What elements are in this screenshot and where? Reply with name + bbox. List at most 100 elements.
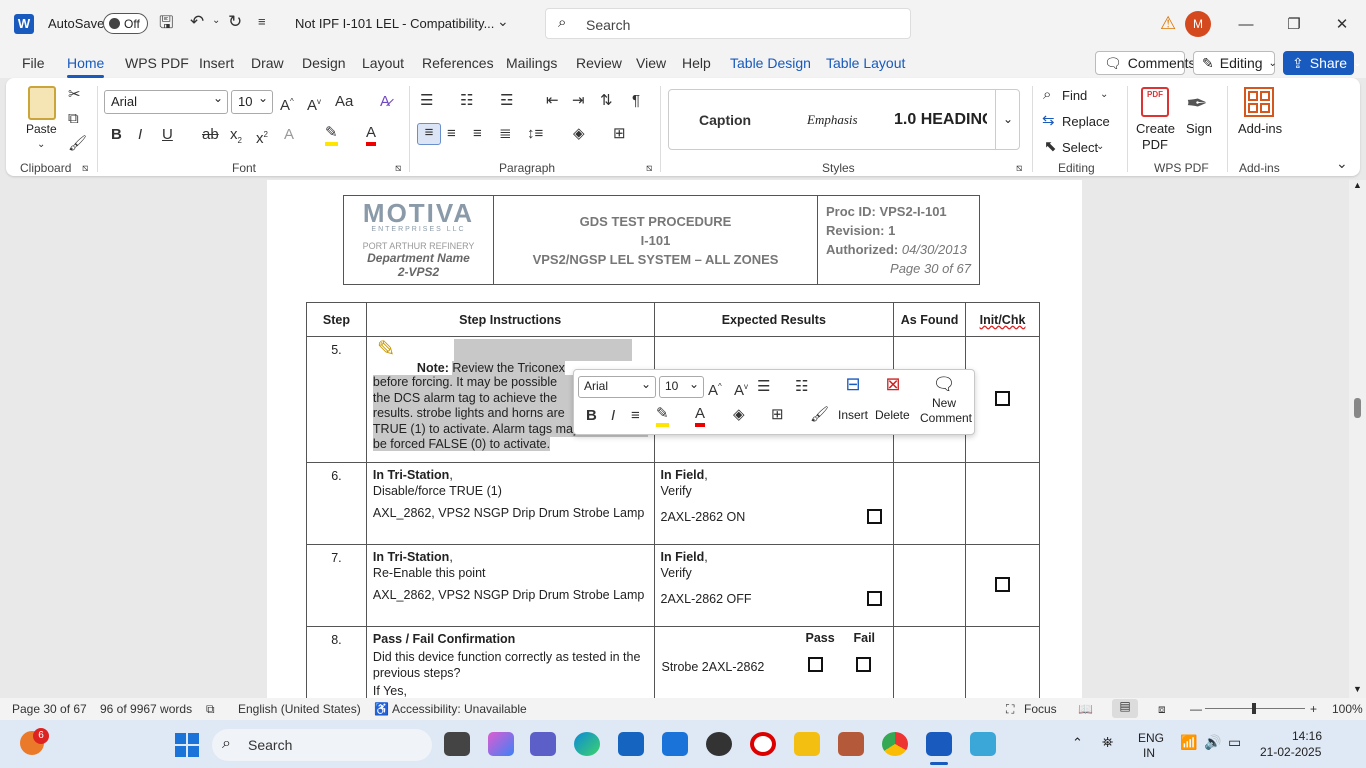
close-button[interactable]: ✕ xyxy=(1322,8,1362,40)
app2-icon[interactable] xyxy=(970,732,996,756)
taskbar-search[interactable]: ⌕ Search xyxy=(212,729,432,761)
add-ins-icon[interactable] xyxy=(1244,87,1274,117)
avatar[interactable]: M xyxy=(1185,11,1211,37)
accessibility-status[interactable]: Accessibility: Unavailable xyxy=(392,702,527,716)
undo-dropdown-icon[interactable]: ⌄ xyxy=(212,12,220,30)
font-color-icon[interactable]: A xyxy=(366,124,377,146)
zoom-thumb[interactable] xyxy=(1252,703,1256,714)
title-chevron-icon[interactable]: ⌄ xyxy=(497,12,509,30)
volume-icon[interactable]: 🔊 xyxy=(1204,734,1221,751)
copy-icon[interactable]: ⧉ xyxy=(68,110,79,128)
style-caption[interactable]: Caption xyxy=(699,112,751,128)
tab-home[interactable]: Home xyxy=(67,55,105,78)
tab-draw[interactable]: Draw xyxy=(251,55,284,71)
zoom-in-icon[interactable]: + xyxy=(1310,702,1317,716)
select-dropdown-icon[interactable]: ⌄ xyxy=(1096,138,1104,156)
tab-references[interactable]: References xyxy=(422,55,494,71)
mini-format-painter-icon[interactable]: 🖌 xyxy=(810,406,829,424)
highlight-icon[interactable]: ✎ xyxy=(325,124,338,146)
search-box[interactable]: ⌕ Search xyxy=(545,8,911,39)
sort-icon[interactable]: ⇅ xyxy=(600,92,613,110)
bullets-icon[interactable]: ☰ xyxy=(420,92,433,110)
numbering-icon[interactable]: ☷ xyxy=(460,92,473,110)
minimize-button[interactable]: — xyxy=(1226,8,1266,40)
justify-icon[interactable]: ≣ xyxy=(499,125,512,143)
style-heading[interactable]: 1.0 HEADING xyxy=(894,111,987,129)
edge-icon[interactable] xyxy=(574,732,600,756)
paste-dropdown-icon[interactable]: ⌄ xyxy=(37,136,45,154)
copilot-icon[interactable] xyxy=(488,732,514,756)
mini-numbering-icon[interactable]: ☷ xyxy=(795,378,808,396)
tab-table-design[interactable]: Table Design xyxy=(730,55,811,71)
task-view-icon[interactable] xyxy=(444,732,470,756)
clear-formatting-icon[interactable]: A̷ xyxy=(380,93,390,111)
select-icon[interactable]: ⬉ xyxy=(1044,138,1057,156)
lang-in[interactable]: IN xyxy=(1143,746,1155,760)
shading-icon[interactable]: ◈ xyxy=(573,125,585,143)
tab-insert[interactable]: Insert xyxy=(199,55,234,71)
battery-icon[interactable]: ▭ xyxy=(1228,734,1241,751)
strikethrough-icon[interactable]: ab xyxy=(202,126,219,144)
styles-gallery[interactable]: Caption Emphasis 1.0 HEADING ⌄ xyxy=(668,89,1020,150)
print-layout-icon[interactable]: ▤ xyxy=(1112,699,1138,718)
mini-bullets-icon[interactable]: ☰ xyxy=(757,378,770,396)
comments-button[interactable]: 🗨 Comments xyxy=(1095,51,1195,75)
editing-mode-button[interactable]: ✎ Editing ⌄ xyxy=(1193,51,1277,75)
clock-date[interactable]: 21-02-2025 xyxy=(1260,745,1321,759)
mini-new-comment-button[interactable]: 🗨 New Comment xyxy=(916,374,972,430)
step7-expected[interactable]: In Field, Verify 2AXL-2862 OFF xyxy=(653,544,895,627)
mini-italic-icon[interactable]: I xyxy=(611,407,615,425)
opera-icon[interactable] xyxy=(750,732,776,756)
chrome-icon[interactable] xyxy=(882,732,908,756)
borders-icon[interactable]: ⊞ xyxy=(613,125,626,143)
clock-time[interactable]: 14:16 xyxy=(1292,729,1322,743)
checkbox[interactable] xyxy=(995,390,1011,406)
line-spacing-icon[interactable]: ↕≡ xyxy=(527,125,543,143)
web-layout-icon[interactable]: ⧈ xyxy=(1158,702,1166,717)
step6-init-chk[interactable] xyxy=(965,462,1040,545)
font-launcher-icon[interactable]: ⧅ xyxy=(395,160,401,178)
mini-shading-icon[interactable]: ◈ xyxy=(733,406,745,424)
style-emphasis[interactable]: Emphasis xyxy=(807,112,858,128)
vertical-scrollbar[interactable]: ▲ ▼ xyxy=(1349,180,1366,698)
tab-wps-pdf[interactable]: WPS PDF xyxy=(125,55,189,71)
show-hidden-icon[interactable]: ⌃ xyxy=(1072,735,1083,751)
file-explorer-icon[interactable] xyxy=(794,732,820,756)
sign-label[interactable]: Sign xyxy=(1186,121,1212,136)
styles-launcher-icon[interactable]: ⧅ xyxy=(1016,160,1022,178)
underline-icon[interactable]: U xyxy=(162,126,173,144)
share-button[interactable]: ⇪ Share ⌄ xyxy=(1283,51,1361,75)
scroll-up-icon[interactable]: ▲ xyxy=(1353,180,1362,190)
superscript-icon[interactable]: x2 xyxy=(256,126,268,148)
align-left-icon[interactable]: ≡ xyxy=(417,123,441,145)
proofing-icon[interactable]: ⧉ xyxy=(206,702,215,717)
step6-instructions[interactable]: In Tri-Station, Disable/force TRUE (1) A… xyxy=(365,462,655,545)
fail-checkbox[interactable] xyxy=(855,657,871,672)
font-name-combo[interactable]: Arial xyxy=(104,90,228,114)
show-marks-icon[interactable]: ¶ xyxy=(632,92,640,110)
dell-icon[interactable] xyxy=(706,732,732,756)
step6-as-found[interactable] xyxy=(893,462,967,545)
tab-view[interactable]: View xyxy=(636,55,666,71)
step5-init-chk[interactable] xyxy=(965,336,1040,463)
grow-font-icon[interactable]: A^ xyxy=(280,93,294,115)
clipboard-launcher-icon[interactable]: ⧅ xyxy=(82,160,88,178)
save-icon[interactable]: 🖫 xyxy=(159,14,173,32)
replace-label[interactable]: Replace xyxy=(1062,114,1110,129)
paste-icon[interactable] xyxy=(28,86,56,120)
mini-size-combo[interactable]: 10 xyxy=(659,376,704,398)
page-indicator[interactable]: Page 30 of 67 xyxy=(12,702,87,716)
redo-icon[interactable]: ↻ xyxy=(228,13,242,31)
increase-indent-icon[interactable]: ⇥ xyxy=(572,92,585,110)
step6-expected[interactable]: In Field, Verify 2AXL-2862 ON xyxy=(653,462,895,545)
scroll-thumb[interactable] xyxy=(1354,398,1361,418)
tab-layout[interactable]: Layout xyxy=(362,55,404,71)
font-size-combo[interactable]: 10 xyxy=(231,90,273,114)
zoom-level[interactable]: 100% xyxy=(1332,702,1363,716)
mini-font-color-icon[interactable]: A xyxy=(695,405,706,427)
tab-design[interactable]: Design xyxy=(302,55,346,71)
align-center-icon[interactable]: ≡ xyxy=(447,125,456,143)
change-case-icon[interactable]: Aa xyxy=(335,93,353,111)
checkbox[interactable] xyxy=(866,509,882,524)
app-arrow-icon[interactable] xyxy=(662,732,688,756)
